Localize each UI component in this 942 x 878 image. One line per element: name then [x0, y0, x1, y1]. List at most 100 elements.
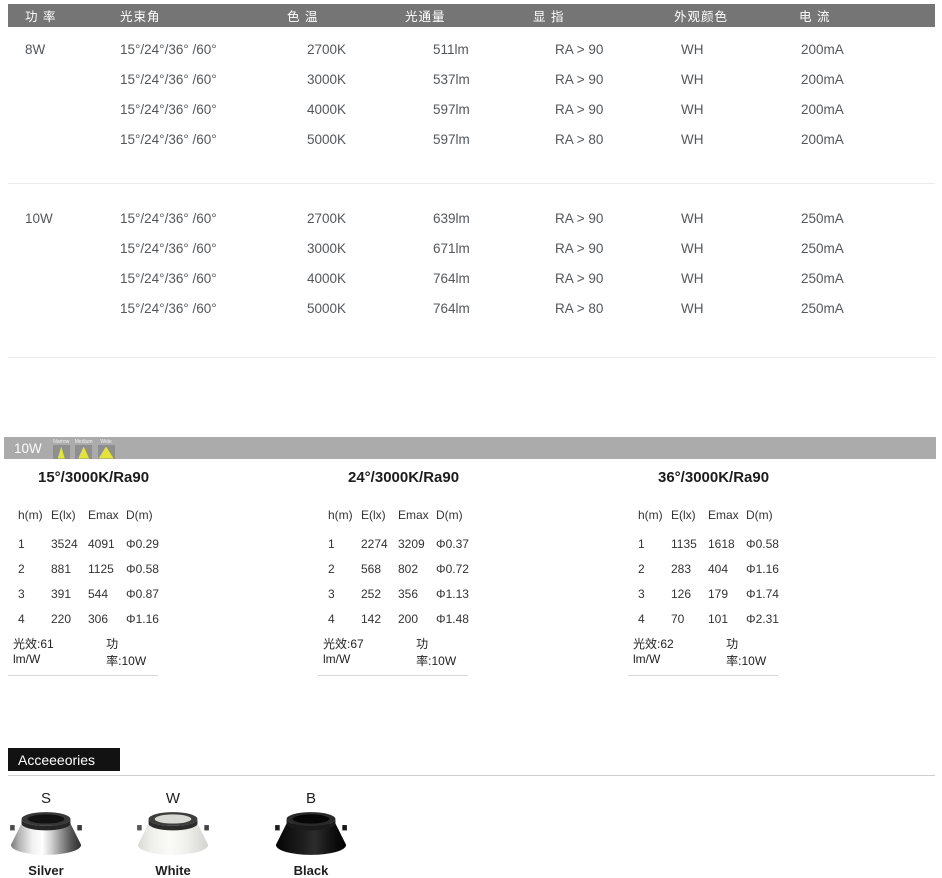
cri-cell: RA > 90: [533, 35, 674, 65]
table-row: 15°/24°/36° /60° 4000K 764lm RA > 90 WH …: [8, 264, 935, 294]
spec-table-header: 功 率 光束角 色 温 光通量 显 指 外观颜色 电 流: [8, 4, 935, 27]
accessories-items: S Silver W: [8, 790, 942, 878]
cct-cell: 4000K: [287, 264, 405, 294]
beam-angle-cell: 15°/24°/36° /60°: [120, 35, 287, 65]
finish-cell: WH: [674, 204, 799, 234]
photometric-tables: 15°/3000K/Ra90 h(m) E(lx) Emax D(m) 1 35…: [8, 469, 942, 676]
power-cell: 10W: [25, 204, 120, 234]
finish-cell: WH: [674, 294, 799, 324]
cct-cell: 4000K: [287, 95, 405, 125]
banner-power-label: 10W: [14, 441, 42, 456]
cri-cell: RA > 80: [533, 294, 674, 324]
finish-cell: WH: [674, 95, 799, 125]
spec-group-8w: 8W 15°/24°/36° /60° 2700K 511lm RA > 90 …: [8, 35, 935, 155]
photometric-table-title: 36°/3000K/Ra90: [628, 469, 938, 487]
table-row: 15°/24°/36° /60° 3000K 537lm RA > 90 WH …: [8, 65, 935, 95]
table-row: 2 568 802 Φ0.72: [318, 557, 628, 582]
header-power: 功 率: [25, 6, 120, 25]
divider: [8, 775, 935, 776]
medium-beam-icon: Medium: [75, 439, 93, 459]
table-row: 10W 15°/24°/36° /60° 2700K 639lm RA > 90…: [8, 204, 935, 234]
photometric-table-footer: 光效:67 lm/W 功率:10W: [318, 635, 468, 676]
accessories-title: Acceeeories: [8, 748, 120, 771]
cct-cell: 2700K: [287, 204, 405, 234]
current-cell: 250mA: [799, 264, 935, 294]
accessory-name: Silver: [28, 863, 63, 878]
header-flux: 光通量: [405, 6, 533, 25]
cri-cell: RA > 90: [533, 65, 674, 95]
current-cell: 200mA: [799, 125, 935, 155]
efficacy-value: 光效:67 lm/W: [323, 635, 394, 669]
cct-cell: 2700K: [287, 35, 405, 65]
current-cell: 200mA: [799, 65, 935, 95]
power-value: 功率:10W: [106, 635, 158, 669]
power-cell: [25, 234, 120, 264]
flux-cell: 764lm: [405, 264, 533, 294]
current-cell: 250mA: [799, 204, 935, 234]
table-row: 3 126 179 Φ1.74: [628, 582, 938, 607]
current-cell: 200mA: [799, 95, 935, 125]
efficacy-value: 光效:61 lm/W: [13, 635, 84, 669]
power-cell: [25, 65, 120, 95]
cri-cell: RA > 90: [533, 204, 674, 234]
wide-beam-icon: Wide: [98, 439, 115, 459]
beam-angle-cell: 15°/24°/36° /60°: [120, 294, 287, 324]
table-row: 2 881 1125 Φ0.58: [8, 557, 318, 582]
table-row: 15°/24°/36° /60° 3000K 671lm RA > 90 WH …: [8, 234, 935, 264]
black-ring-image: [269, 809, 353, 861]
beam-angle-cell: 15°/24°/36° /60°: [120, 234, 287, 264]
finish-cell: WH: [674, 264, 799, 294]
flux-cell: 597lm: [405, 95, 533, 125]
white-ring-image: [131, 809, 215, 861]
power-cell: 8W: [25, 35, 120, 65]
photometric-table-24: 24°/3000K/Ra90 h(m) E(lx) Emax D(m) 1 22…: [318, 469, 628, 676]
table-row: 15°/24°/36° /60° 5000K 597lm RA > 80 WH …: [8, 125, 935, 155]
current-cell: 200mA: [799, 35, 935, 65]
accessory-black: B Black: [273, 790, 349, 878]
finish-cell: WH: [674, 234, 799, 264]
silver-ring-image: [4, 809, 88, 861]
photometric-table-title: 24°/3000K/Ra90: [318, 469, 628, 487]
divider: [8, 183, 935, 184]
narrow-beam-icon: Narrow: [53, 439, 70, 459]
divider: [8, 357, 935, 358]
current-cell: 250mA: [799, 234, 935, 264]
cct-cell: 3000K: [287, 65, 405, 95]
photometric-table-footer: 光效:62 lm/W 功率:10W: [628, 635, 778, 676]
finish-cell: WH: [674, 125, 799, 155]
flux-cell: 511lm: [405, 35, 533, 65]
finish-cell: WH: [674, 35, 799, 65]
accessory-name: Black: [294, 863, 329, 878]
cri-cell: RA > 90: [533, 234, 674, 264]
beam-angle-cell: 15°/24°/36° /60°: [120, 125, 287, 155]
beam-angle-cell: 15°/24°/36° /60°: [120, 95, 287, 125]
cri-cell: RA > 80: [533, 125, 674, 155]
photometric-table-15: 15°/3000K/Ra90 h(m) E(lx) Emax D(m) 1 35…: [8, 469, 318, 676]
flux-cell: 639lm: [405, 204, 533, 234]
photometric-table-head: h(m) E(lx) Emax D(m): [628, 508, 938, 524]
power-cell: [25, 125, 120, 155]
table-row: 2 283 404 Φ1.16: [628, 557, 938, 582]
header-cct: 色 温: [287, 6, 405, 25]
power-cell: [25, 264, 120, 294]
flux-cell: 597lm: [405, 125, 533, 155]
table-row: 4 70 101 Φ2.31: [628, 607, 938, 632]
cct-cell: 5000K: [287, 294, 405, 324]
finish-cell: WH: [674, 65, 799, 95]
photometric-table-footer: 光效:61 lm/W 功率:10W: [8, 635, 158, 676]
power-cell: [25, 95, 120, 125]
table-row: 1 3524 4091 Φ0.29: [8, 532, 318, 557]
header-beam-angle: 光束角: [120, 6, 287, 25]
photometric-table-title: 15°/3000K/Ra90: [8, 469, 318, 487]
table-row: 1 2274 3209 Φ0.37: [318, 532, 628, 557]
power-cell: [25, 294, 120, 324]
flux-cell: 764lm: [405, 294, 533, 324]
table-row: 1 1135 1618 Φ0.58: [628, 532, 938, 557]
table-row: 3 391 544 Φ0.87: [8, 582, 318, 607]
power-value: 功率:10W: [416, 635, 468, 669]
power-value: 功率:10W: [726, 635, 778, 669]
accessory-code: W: [166, 790, 180, 807]
accessory-silver: S Silver: [8, 790, 84, 878]
table-row: 15°/24°/36° /60° 4000K 597lm RA > 90 WH …: [8, 95, 935, 125]
cri-cell: RA > 90: [533, 264, 674, 294]
